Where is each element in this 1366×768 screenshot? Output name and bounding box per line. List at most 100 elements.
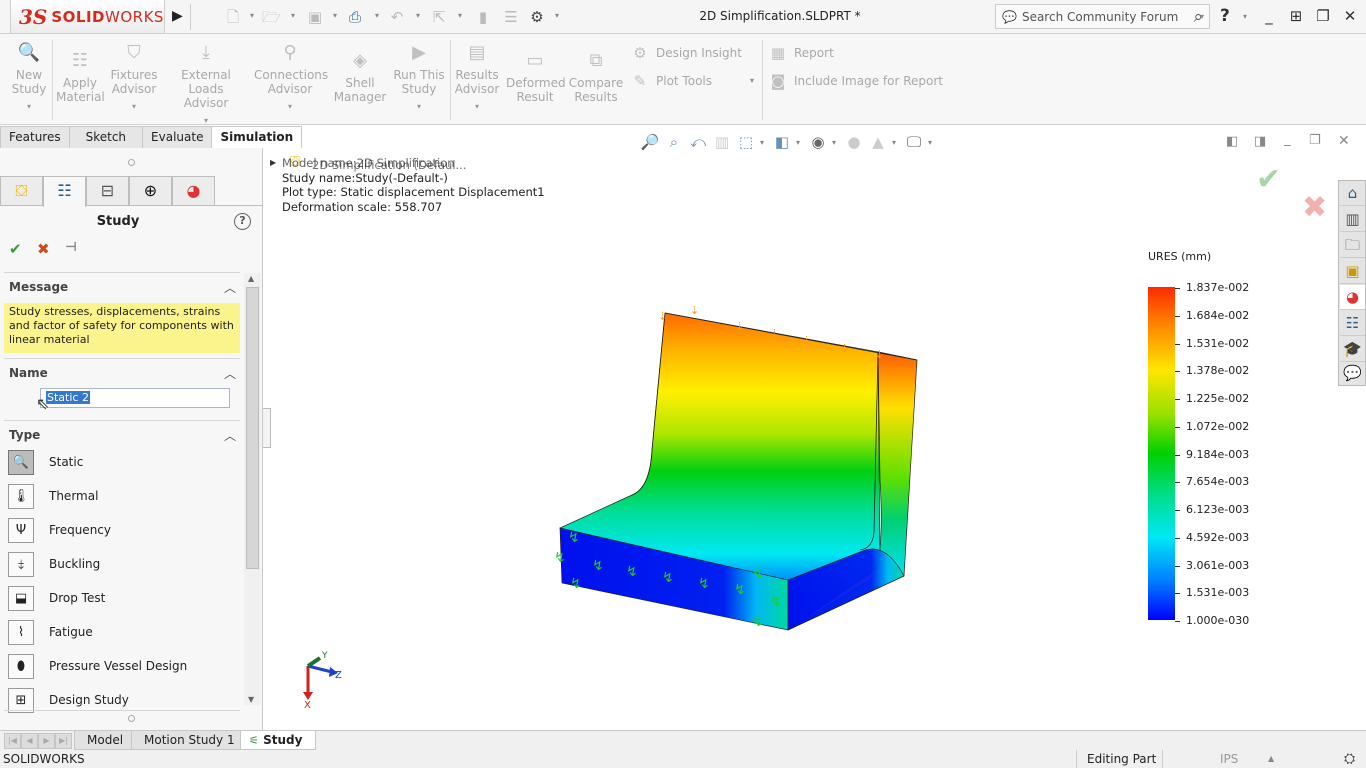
propertymanager-tab-icon[interactable]: ☷ [43,176,86,207]
fixtures-advisor-button[interactable]: ⛉ Fixtures Advisor ▾ [108,42,160,114]
property-manager-scrollbar[interactable]: ▲ ▼ [244,273,261,705]
new-study-button[interactable]: 🔍 New Study ▾ [8,42,50,114]
collapse-message-chevron-icon[interactable]: ︿ [224,279,236,296]
displacement-plot-model[interactable]: ↯↯↯ ↯ ↯ ↯ ↯ ↯↯ ↯↯ ⇣ ⇣⇣ ⇣⇣⇣ ⇣ [540,300,940,640]
connections-advisor-button[interactable]: ⚲ Connections Advisor ▾ [254,42,328,114]
dimxpert-tab-crosshair-icon[interactable]: ⊕ [129,176,172,205]
scroll-down-arrow-icon[interactable]: ▼ [248,695,254,704]
save-dropdown-icon[interactable]: ▾ [333,11,337,20]
view-orientation-icon[interactable]: ⬚ [736,132,756,152]
scroll-up-arrow-icon[interactable]: ▲ [248,274,254,283]
run-study-dropdown-icon[interactable]: ▾ [392,100,446,114]
viewport-restore-icon[interactable]: ❐ [1309,133,1321,148]
study-type-thermal[interactable]: 🌡 Thermal [8,483,98,509]
prev-tab-arrow-icon[interactable]: ◀ [21,733,38,749]
results-advisor-dropdown-icon[interactable]: ▾ [454,100,500,114]
study-type-pressure-vessel-design[interactable]: ⬮ Pressure Vessel Design [8,653,187,679]
zoom-to-fit-icon[interactable]: 🔎 [640,132,660,152]
results-advisor-button[interactable]: ▤ Results Advisor ▾ [454,42,500,114]
custom-properties-icon[interactable]: ☷ [1340,311,1365,336]
solidworks-logo-menu[interactable]: 3S SOLIDWORKS [10,0,165,34]
display-style-dropdown-icon[interactable]: ▾ [796,138,804,147]
view-orientation-dropdown-icon[interactable]: ▾ [760,138,768,147]
displaymanager-tab-color-icon[interactable]: ◕ [172,176,215,205]
new-dropdown-icon[interactable]: ▾ [250,11,254,20]
confirm-accept-check-icon[interactable]: ✔ [1256,162,1281,197]
close-window-icon[interactable]: ✕ [1339,6,1361,26]
plot-tools-button[interactable]: ✎ Plot Tools [630,72,712,90]
panel-splitter-grip[interactable] [128,159,135,166]
scene-dropdown-icon[interactable]: ▾ [892,138,900,147]
design-library-icon[interactable]: ▥ [1340,207,1365,232]
options-gear-icon[interactable]: ⚙ [528,8,546,26]
report-button[interactable]: ▦ Report [768,44,834,62]
open-dropdown-icon[interactable]: ▾ [291,11,295,20]
view-settings-dropdown-icon[interactable]: ▾ [928,138,936,147]
plot-tools-dropdown-icon[interactable]: ▾ [750,76,754,85]
help-dropdown-icon[interactable]: ▾ [1243,12,1247,21]
next-tab-arrow-icon[interactable]: ▶ [38,733,55,749]
deformed-result-button[interactable]: ▭ Deformed Result [506,50,566,104]
view-palette-icon[interactable]: ▣ [1340,259,1365,284]
design-insight-button[interactable]: ⚙ Design Insight [630,44,742,62]
solidworks-forum-globe-icon[interactable]: 🎓 [1340,337,1365,362]
view-settings-monitor-icon[interactable]: 🖵 [904,132,924,152]
tab-model[interactable]: Model [74,731,137,750]
study-type-frequency[interactable]: Ψ Frequency [8,517,111,543]
tab-sketch[interactable]: Sketch [68,126,144,148]
collapse-name-chevron-icon[interactable]: ︿ [224,365,236,382]
name-section-header[interactable]: Name [9,366,48,380]
tab-evaluate[interactable]: Evaluate [142,126,213,148]
options-dropdown-icon[interactable]: ▾ [555,11,559,20]
panel-collapse-handle[interactable] [263,408,271,448]
collapse-type-chevron-icon[interactable]: ︿ [224,427,236,444]
undo-icon[interactable]: ↶ [388,8,406,26]
menu-expand-arrow-icon[interactable]: ▶ [172,8,183,24]
tree-expand-arrow-icon[interactable]: ▶ [270,158,276,167]
save-icon[interactable]: ▣ [306,8,324,26]
print-icon[interactable]: ⎙ [346,8,364,26]
compare-results-button[interactable]: ⧉ Compare Results [568,50,624,104]
rebuild-icon[interactable]: ▮ [474,8,492,26]
restore-window-icon[interactable]: ❐ [1312,6,1334,26]
configurationmanager-tab-icon[interactable]: ⊟ [86,176,129,205]
unit-system-up-arrow-icon[interactable]: ▲ [1268,750,1274,768]
solidworks-resources-home-icon[interactable]: ⌂ [1340,181,1365,206]
tab-features[interactable]: Features [0,126,70,148]
unit-system-selector[interactable]: IPS [1220,750,1238,768]
run-this-study-button[interactable]: ▶ Run This Study ▾ [392,42,446,114]
study-name-input[interactable]: Static 2 [40,388,230,408]
scrollbar-thumb[interactable] [246,287,259,569]
panel-bottom-grip[interactable] [128,715,135,722]
display-style-icon[interactable]: ◧ [772,132,792,152]
cancel-x-icon[interactable]: ✖ [37,240,50,258]
hide-show-items-icon[interactable]: ◉ [808,132,828,152]
type-section-header[interactable]: Type [9,428,40,442]
featuremanager-tab-part-icon[interactable]: ⛋ [0,176,43,205]
legend-color-bar[interactable] [1148,287,1175,620]
apply-scene-icon[interactable]: ▲ [868,132,888,152]
connections-dropdown-icon[interactable]: ▾ [254,100,326,114]
zoom-to-area-icon[interactable]: ⌕ [664,132,684,152]
viewport-close-icon[interactable]: ✕ [1338,133,1350,149]
select-arrow-icon[interactable]: ⇱ [430,8,448,26]
help-icon[interactable]: ? [1220,6,1230,26]
search-input[interactable]: Search Community Forum [1022,10,1178,24]
search-community-forum[interactable]: 💬 Search Community Forum ⌕ [995,4,1210,29]
section-view-icon[interactable]: ▥ [712,132,732,152]
pushpin-icon[interactable]: ⊣ [65,240,77,255]
print-dropdown-icon[interactable]: ▾ [375,11,379,20]
study-type-buckling[interactable]: ⤈ Buckling [8,551,100,577]
viewport-minimize-icon[interactable]: _ [1284,132,1291,147]
feedback-chat-icon[interactable]: 💬 [1340,361,1365,386]
external-loads-advisor-button[interactable]: ⤓ External Loads Advisor ▾ [164,42,248,128]
file-explorer-folder-icon[interactable]: 🗀 [1340,233,1365,258]
help-icon[interactable]: ? [234,213,251,230]
apply-material-button[interactable]: ☷ Apply Material [56,50,105,104]
tile-window-icon[interactable]: ⊞ [1285,6,1307,26]
search-dropdown-icon[interactable]: ▾ [1200,12,1204,21]
new-document-icon[interactable]: 🗋 [224,8,242,26]
viewport-split-right-icon[interactable]: ◨ [1254,134,1266,149]
file-properties-icon[interactable]: ☰ [502,8,520,26]
fixtures-dropdown-icon[interactable]: ▾ [108,100,160,114]
